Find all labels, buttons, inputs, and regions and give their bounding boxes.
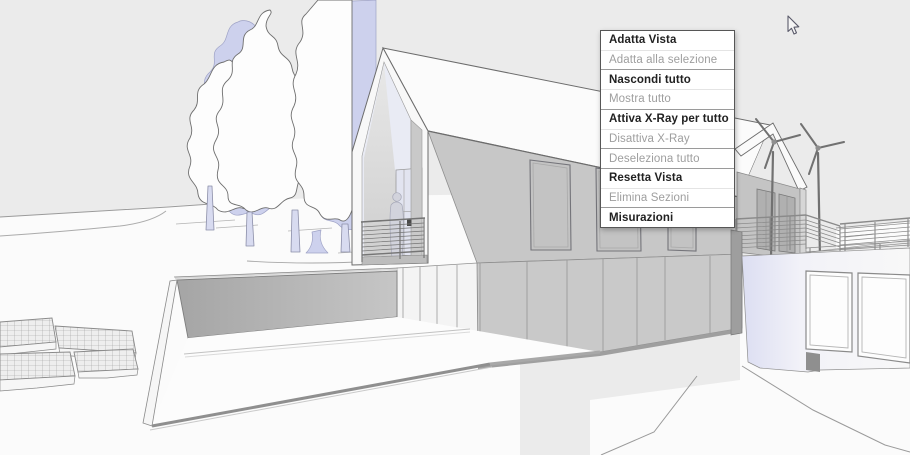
tree-trunk	[340, 223, 351, 253]
menu-item-adatta-alla-selezione: Adatta alla selezione	[601, 49, 734, 70]
menu-item-nascondi-tutto[interactable]: Nascondi tutto	[601, 69, 734, 89]
tree-trunk	[290, 209, 301, 253]
basement-window	[805, 270, 910, 364]
app-window	[0, 0, 910, 455]
menu-item-adatta-vista[interactable]: Adatta Vista	[601, 31, 734, 50]
viewport-3d[interactable]	[0, 0, 910, 455]
menu-item-mostra-tutto: Mostra tutto	[601, 89, 734, 109]
menu-item-disattiva-xray: Disattiva X-Ray	[601, 128, 734, 149]
context-menu: Adatta Vista Adatta alla selezione Nasco…	[600, 30, 735, 228]
wall-fixture	[407, 219, 412, 226]
menu-item-resetta-vista[interactable]: Resetta Vista	[601, 167, 734, 188]
menu-item-elimina-sezioni: Elimina Sezioni	[601, 187, 734, 208]
menu-item-deseleziona-tutto: Deseleziona tutto	[601, 148, 734, 168]
menu-item-attiva-xray-per-tutto[interactable]: Attiva X-Ray per tutto	[601, 108, 734, 129]
menu-item-misurazioni[interactable]: Misurazioni	[601, 207, 734, 227]
